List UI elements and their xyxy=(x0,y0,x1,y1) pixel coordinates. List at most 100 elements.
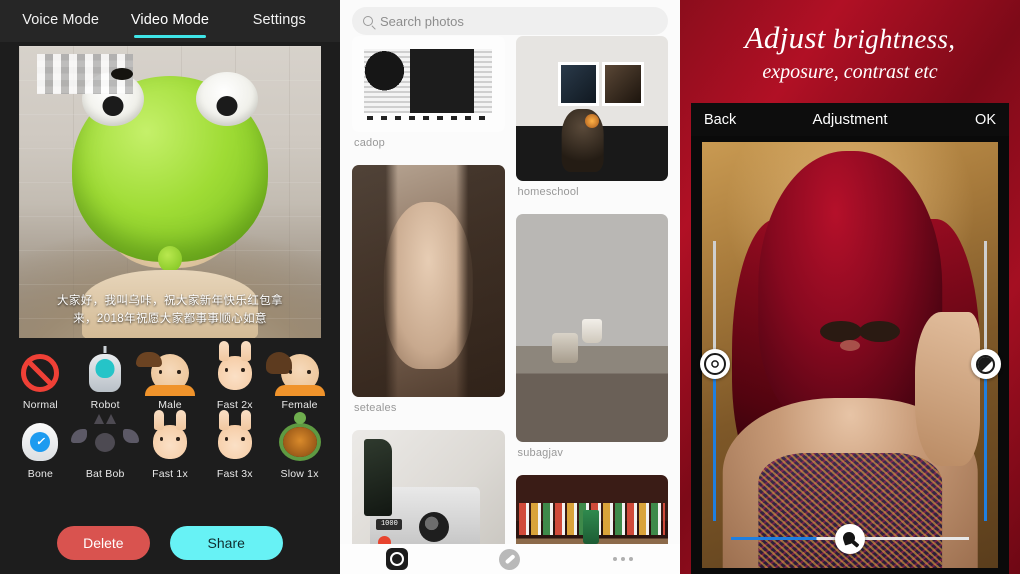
photo-adjustment-panel: Adjust brightness, exposure, contrast et… xyxy=(680,0,1020,574)
subtitle-line-1: 大家好，我叫乌咔，祝大家新年快乐红包拿 xyxy=(56,295,284,307)
tab-voice-mode[interactable]: Voice Mode xyxy=(6,3,115,39)
effect-fast-3x[interactable]: Fast 3x xyxy=(202,421,267,480)
contrast-icon xyxy=(976,354,995,374)
contrast-slider-knob[interactable] xyxy=(970,349,1001,380)
more-dots-icon xyxy=(613,557,634,561)
effect-label: Bone xyxy=(27,468,54,480)
photo-bottom-nav xyxy=(340,544,680,574)
wall-frame-2 xyxy=(602,62,644,106)
effect-label: Fast 3x xyxy=(216,468,253,480)
lamp-glow xyxy=(584,114,599,129)
video-preview[interactable]: 大家好，我叫乌咔，祝大家新年快乐红包拿 来，2018年祝愿大家都事事顺心如意 xyxy=(19,46,321,338)
photo-masonry-grid: cadop seteales 1000 homeschool subagjav xyxy=(340,36,680,544)
promo-banner: Adjust brightness, exposure, contrast et… xyxy=(680,0,1020,103)
promo-line-2: exposure, contrast etc xyxy=(762,60,938,83)
promo-headline-word: Adjust xyxy=(744,19,826,55)
tab-settings-label: Settings xyxy=(252,12,306,28)
nav-explore-button[interactable] xyxy=(453,548,566,570)
search-input[interactable]: Search photos xyxy=(380,14,464,29)
effect-label: Female xyxy=(281,399,318,411)
photo-caption: seteales xyxy=(354,402,397,414)
exposure-icon xyxy=(703,353,726,376)
effects-grid: Normal Robot Male Fast 2x Female ✓ Bone … xyxy=(8,352,332,480)
screenshot-root: Voice Mode Video Mode Settings 大家好，我叫乌咔，… xyxy=(0,0,1020,574)
camera-strap xyxy=(364,438,392,516)
promo-headline-rest: brightness, xyxy=(832,23,956,54)
photo-thumbnail[interactable] xyxy=(352,165,505,397)
effect-bone[interactable]: ✓ Bone xyxy=(8,421,73,480)
back-button[interactable]: Back xyxy=(704,112,736,128)
model-eye-left xyxy=(820,320,862,343)
delete-button[interactable]: Delete xyxy=(57,526,150,560)
effect-normal[interactable]: Normal xyxy=(8,352,73,411)
male-face-icon xyxy=(135,352,195,396)
contrast-slider[interactable] xyxy=(970,241,1001,522)
female-face-icon xyxy=(265,352,325,396)
photo-card-circuit[interactable]: cadop xyxy=(352,36,505,161)
video-subtitle: 大家好，我叫乌咔，祝大家新年快乐红包拿 来，2018年祝愿大家都事事顺心如意 xyxy=(19,292,321,328)
photo-card-oils[interactable] xyxy=(515,475,668,544)
effect-fast-2x[interactable]: Fast 2x xyxy=(202,352,267,411)
watermark-blob xyxy=(111,68,133,80)
camera-icon xyxy=(385,548,408,570)
edited-photo[interactable] xyxy=(702,142,998,568)
active-tab-underline xyxy=(133,35,206,38)
brightness-slider[interactable] xyxy=(731,523,969,554)
photo-thumbnail[interactable]: 1000 xyxy=(352,430,505,544)
tab-video-mode[interactable]: Video Mode xyxy=(115,3,224,39)
camera-model-badge: 1000 xyxy=(376,519,403,531)
effect-label: Robot xyxy=(90,399,120,411)
nav-camera-button[interactable] xyxy=(340,548,453,570)
photo-caption: subagjav xyxy=(517,447,564,459)
rabbit-icon xyxy=(149,421,191,463)
photo-card-camera[interactable]: 1000 xyxy=(352,430,505,544)
masonry-column-right: homeschool subagjav xyxy=(515,36,668,544)
masonry-column-left: cadop seteales 1000 xyxy=(352,36,505,544)
photo-browser-panel: Search photos cadop seteales 1000 homesc… xyxy=(340,0,680,574)
hood-eye-right xyxy=(196,72,258,126)
skull-icon: ✓ xyxy=(19,421,61,463)
photo-caption: homeschool xyxy=(517,186,579,198)
brightness-icon xyxy=(842,530,859,547)
effect-robot[interactable]: Robot xyxy=(73,352,138,411)
effect-female[interactable]: Female xyxy=(265,352,332,411)
rabbit-icon xyxy=(214,352,256,394)
search-bar[interactable]: Search photos xyxy=(352,7,668,35)
no-entry-icon xyxy=(19,352,61,394)
exposure-slider-knob[interactable] xyxy=(699,349,730,380)
exposure-slider[interactable] xyxy=(699,241,730,522)
photo-thumbnail[interactable] xyxy=(515,36,668,181)
camera-shutter-button xyxy=(377,535,391,544)
robot-icon xyxy=(84,352,126,394)
wall-frame-1 xyxy=(558,62,600,106)
tab-settings[interactable]: Settings xyxy=(225,3,334,39)
photo-thumbnail[interactable] xyxy=(515,475,668,544)
nav-more-button[interactable] xyxy=(567,557,680,561)
tabbar: Voice Mode Video Mode Settings xyxy=(0,0,340,42)
effect-label: Slow 1x xyxy=(280,468,319,480)
photo-card-still-life[interactable]: subagjav xyxy=(515,214,668,471)
promo-line-1: Adjust brightness, xyxy=(745,20,956,56)
adjustment-navbar: Back Adjustment OK xyxy=(691,103,1009,136)
effect-male[interactable]: Male xyxy=(135,352,203,411)
brightness-slider-knob[interactable] xyxy=(835,523,865,554)
effect-bat-bob[interactable]: Bat Bob xyxy=(73,414,138,480)
photo-card-girl[interactable]: seteales xyxy=(352,165,505,426)
share-button[interactable]: Share xyxy=(169,526,283,560)
tab-video-mode-label: Video Mode xyxy=(130,12,210,28)
hood-tie xyxy=(158,246,182,272)
ok-button[interactable]: OK xyxy=(975,112,996,128)
effect-slow-1x[interactable]: Slow 1x xyxy=(267,421,332,480)
frog-hood xyxy=(72,72,268,272)
bat-icon xyxy=(84,414,126,463)
action-buttons: Delete Share xyxy=(0,526,340,560)
photo-card-homeschool[interactable]: homeschool xyxy=(515,36,668,210)
effect-fast-1x[interactable]: Fast 1x xyxy=(138,421,203,480)
model-arm xyxy=(915,312,981,466)
photo-thumbnail[interactable] xyxy=(352,36,505,132)
photo-editor-canvas[interactable] xyxy=(691,136,1009,574)
tab-voice-mode-label: Voice Mode xyxy=(22,12,100,28)
compass-icon xyxy=(499,548,521,570)
subtitle-line-2: 来，2018年祝愿大家都事事顺心如意 xyxy=(73,313,267,325)
photo-thumbnail[interactable] xyxy=(515,214,668,442)
